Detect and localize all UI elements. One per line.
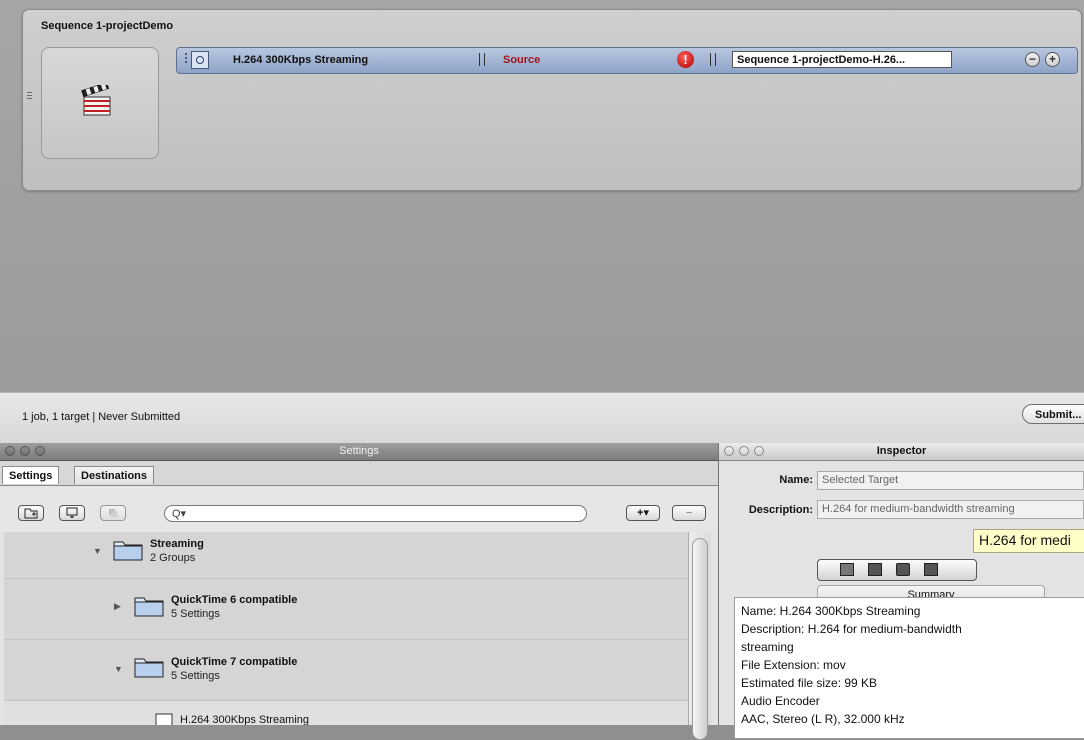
settings-list[interactable]: ▼ Streaming 2 Groups ▶ QuickTime 6 compa… [4,532,688,725]
list-item-title: Streaming [150,538,204,550]
row-grip-icon [185,53,188,67]
summary-line: streaming [741,640,794,654]
new-setting-button[interactable] [59,505,85,521]
close-icon[interactable] [724,446,734,456]
disclosure-triangle-expanded-icon[interactable]: ▼ [114,664,123,674]
summary-line: Audio Encoder [741,694,820,708]
name-label: Name: [779,474,813,486]
folder-icon [134,658,164,678]
folder-icon [113,541,143,561]
list-item[interactable]: H.264 300Kbps Streaming [4,701,688,725]
inspector-title: Inspector [876,445,927,457]
column-separator [479,53,485,66]
remove-target-button[interactable]: − [1025,52,1040,67]
inspector-window: Inspector Name: Selected Target Descript… [719,443,1084,739]
name-field[interactable]: Selected Target [817,471,1084,490]
encoder-pane-icon[interactable] [868,563,882,576]
summary-line: File Extension: mov [741,658,846,672]
zoom-icon[interactable] [35,446,45,456]
target-source-label[interactable]: Source [503,54,540,66]
settings-scrollbar[interactable] [688,532,711,740]
list-item-title: QuickTime 6 compatible [171,594,298,606]
geometry-pane-icon[interactable] [924,563,938,576]
setting-icon[interactable] [191,51,209,69]
description-field[interactable]: H.264 for medium-bandwidth streaming [817,500,1084,519]
list-item[interactable]: ▼ QuickTime 7 compatible 5 Settings [4,640,688,701]
summary-line: Name: H.264 300Kbps Streaming [741,604,921,618]
close-icon[interactable] [5,446,15,456]
search-icon: Q▾ [172,508,187,520]
tab-destinations[interactable]: Destinations [74,466,155,484]
minimize-icon[interactable] [739,446,749,456]
summary-line: AAC, Stereo (L R), 32.000 kHz [741,712,905,726]
disclosure-triangle-expanded-icon[interactable]: ▼ [93,546,102,556]
add-setting-menu-button[interactable]: +▾ [626,505,660,521]
setting-document-icon [155,713,173,725]
summary-line: Description: H.264 for medium-bandwidth [741,622,962,636]
clapperboard-icon [81,85,111,116]
add-target-button[interactable]: + [1045,52,1060,67]
destination-filename-field[interactable]: Sequence 1-projectDemo-H.26... [732,51,952,68]
settings-titlebar[interactable]: Settings [0,443,718,461]
inspector-titlebar[interactable]: Inspector [719,443,1084,461]
list-item-title: H.264 300Kbps Streaming [180,714,310,725]
job-title: Sequence 1-projectDemo [41,20,174,32]
description-label: Description: [748,504,813,516]
drag-handle-icon[interactable] [27,92,32,106]
status-bar: 1 job, 1 target | Never Submitted Submit… [0,392,1084,443]
list-item-subtitle: 5 Settings [171,608,220,620]
column-separator [710,53,716,66]
settings-toolbar: Q▾ +▾ − [0,487,718,532]
summary-line: Estimated file size: 99 KB [741,676,878,690]
filters-pane-icon[interactable] [896,563,910,576]
inspector-pane-selector[interactable] [817,559,977,581]
list-item[interactable]: ▶ QuickTime 6 compatible 5 Settings [4,579,688,640]
settings-tabbar: Settings Destinations [0,461,718,486]
target-setting-name[interactable]: H.264 300Kbps Streaming [233,54,368,66]
minimize-icon[interactable] [20,446,30,456]
list-item-subtitle: 2 Groups [150,552,196,564]
disclosure-triangle-collapsed-icon[interactable]: ▶ [114,601,121,612]
summary-text-area[interactable]: Name: H.264 300Kbps Streaming Descriptio… [734,597,1084,739]
job-card[interactable]: Sequence 1-projectDemo H.264 300Kbps Str… [22,9,1082,191]
tooltip: H.264 for medi [973,529,1084,553]
new-group-button[interactable] [18,505,44,521]
new-folder-icon [24,508,38,519]
remove-setting-button[interactable]: − [672,505,706,521]
scroll-thumb[interactable] [692,538,708,740]
duplicate-button[interactable] [100,505,126,521]
list-item-title: QuickTime 7 compatible [171,656,298,668]
folder-icon [134,597,164,617]
zoom-icon[interactable] [754,446,764,456]
list-item[interactable]: ▼ Streaming 2 Groups [4,532,688,579]
duplicate-icon [109,509,117,517]
job-status-text: 1 job, 1 target | Never Submitted [22,411,181,423]
search-input[interactable]: Q▾ [164,505,587,522]
source-clip-thumbnail[interactable] [41,47,159,159]
warning-icon[interactable]: ! [677,51,694,68]
batch-area: Sequence 1-projectDemo H.264 300Kbps Str… [0,0,1084,392]
submit-button[interactable]: Submit... [1022,404,1084,424]
tab-settings[interactable]: Settings [2,466,60,484]
settings-window: Settings Settings Destinations Q▾ +▾ − ▼… [0,443,719,740]
target-row[interactable]: H.264 300Kbps Streaming Source ! Sequenc… [176,47,1078,74]
new-setting-icon [66,507,78,518]
settings-window-title: Settings [339,445,379,457]
summary-pane-icon[interactable] [840,563,854,576]
list-item-subtitle: 5 Settings [171,670,220,682]
